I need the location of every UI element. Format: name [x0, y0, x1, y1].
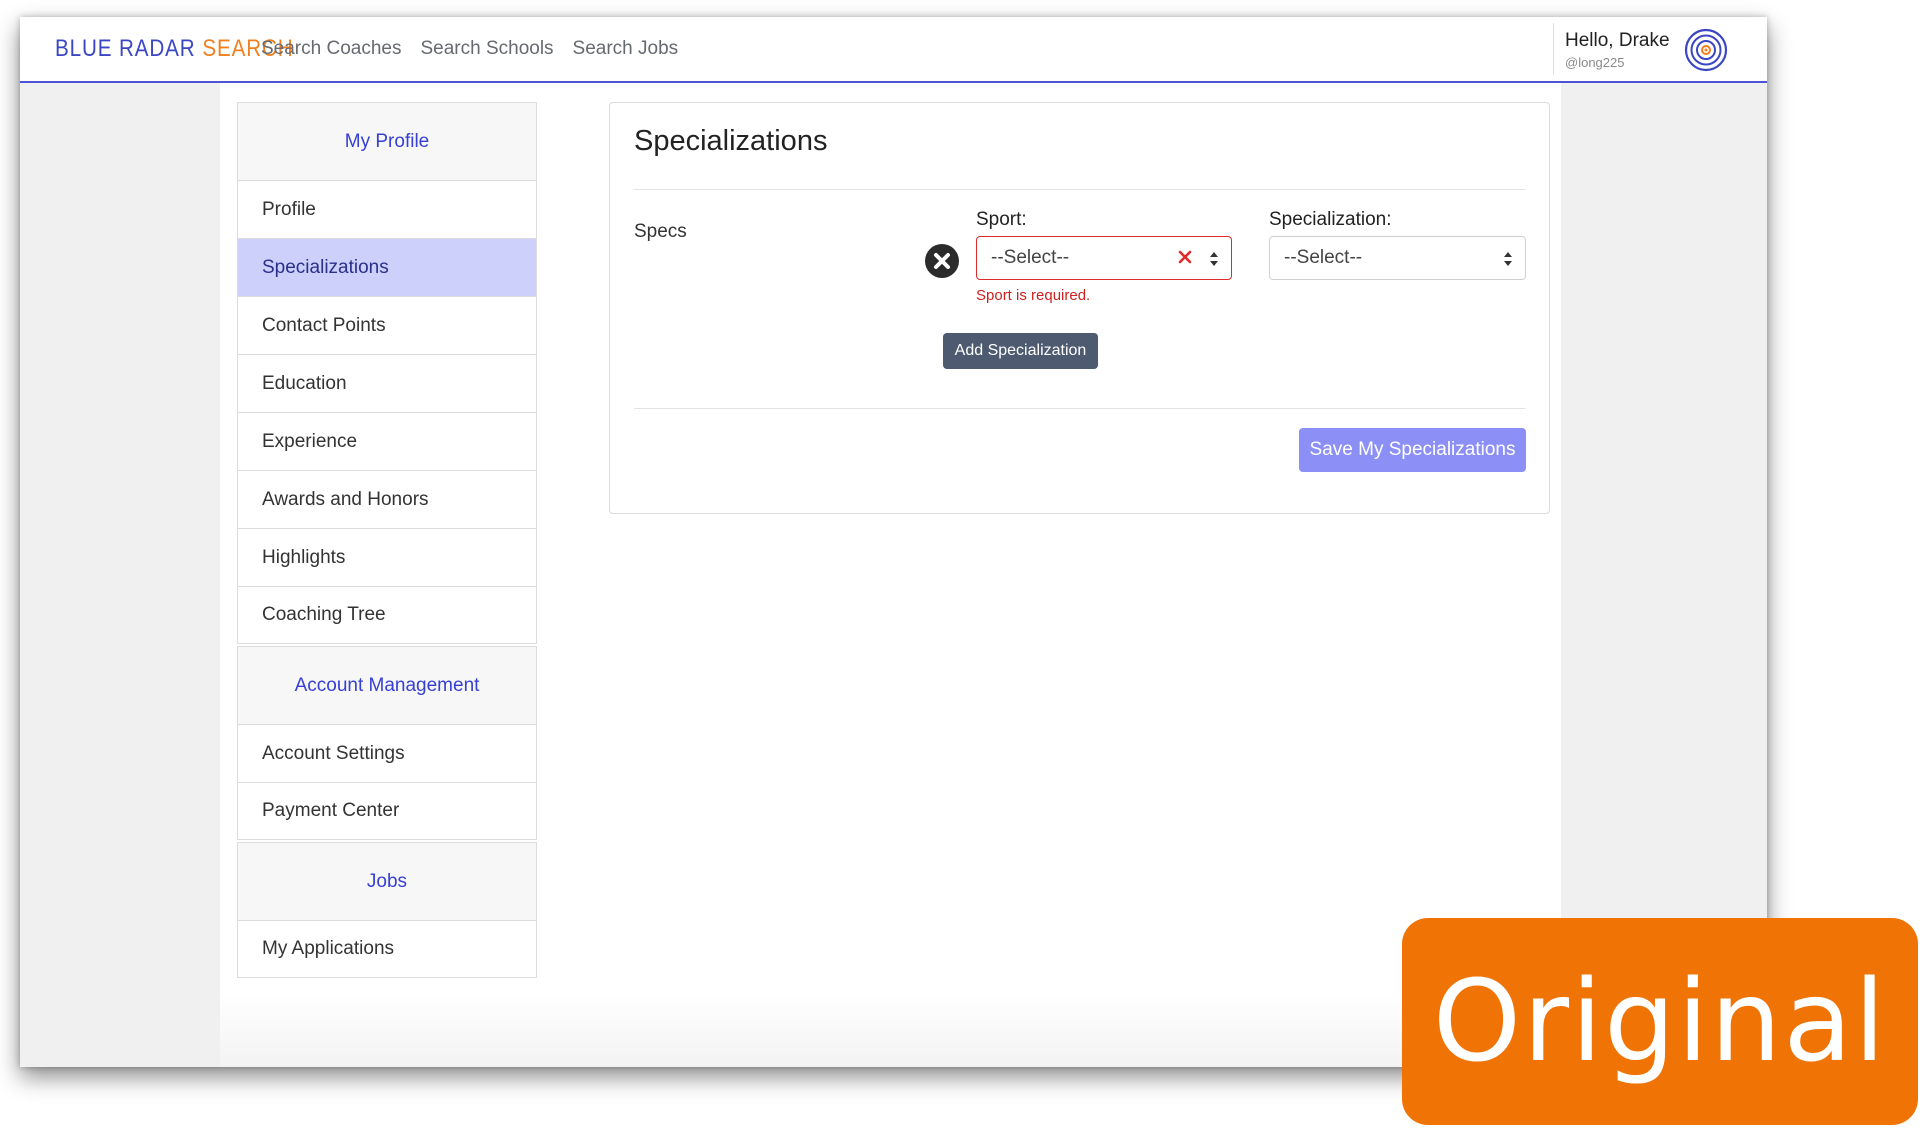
- original-badge: Original: [1402, 918, 1918, 1125]
- sport-select-value: --Select--: [991, 247, 1070, 268]
- remove-spec-button[interactable]: [925, 244, 959, 278]
- brand-logo[interactable]: BLUE RADAR SEARCH: [55, 34, 294, 64]
- sidebar-item-awards-and-honors[interactable]: Awards and Honors: [237, 470, 537, 528]
- specialization-select-value: --Select--: [1284, 247, 1363, 268]
- clear-icon[interactable]: [1175, 247, 1195, 267]
- sidebar-item-account-settings[interactable]: Account Settings: [237, 724, 537, 782]
- sidebar-item-my-applications[interactable]: My Applications: [237, 920, 537, 978]
- sidebar-item-coaching-tree[interactable]: Coaching Tree: [237, 586, 537, 644]
- sidebar-item-contact-points[interactable]: Contact Points: [237, 296, 537, 354]
- bottom-fade: [220, 993, 1561, 1067]
- nav-links: Search Coaches Search Schools Search Job…: [261, 17, 697, 81]
- sidebar-item-profile[interactable]: Profile: [237, 180, 537, 238]
- specializations-card: Specializations Specs Sport: --Select-- …: [609, 102, 1550, 514]
- left-gutter: [20, 83, 220, 1067]
- sidebar-item-specializations[interactable]: Specializations: [237, 238, 537, 296]
- user-greeting: Hello, Drake: [1565, 30, 1670, 51]
- radar-target-icon[interactable]: [1684, 28, 1728, 72]
- sidebar-group-jobs: Jobs: [237, 842, 537, 920]
- sport-select[interactable]: --Select--: [976, 236, 1232, 280]
- chevron-up-down-icon: [1210, 252, 1218, 266]
- sidebar-item-highlights[interactable]: Highlights: [237, 528, 537, 586]
- sidebar-item-payment-center[interactable]: Payment Center: [237, 782, 537, 840]
- sidebar-group-account-management: Account Management: [237, 646, 537, 724]
- sidebar-group-my-profile: My Profile: [237, 102, 537, 180]
- nav-search-schools[interactable]: Search Schools: [420, 38, 553, 60]
- sport-label: Sport:: [976, 209, 1027, 230]
- sport-error-message: Sport is required.: [976, 287, 1091, 304]
- nav-search-jobs[interactable]: Search Jobs: [573, 38, 679, 60]
- user-menu[interactable]: Hello, Drake @long225: [1553, 23, 1767, 75]
- chevron-up-down-icon: [1504, 252, 1512, 266]
- specialization-label: Specialization:: [1269, 209, 1392, 230]
- sidebar-item-experience[interactable]: Experience: [237, 412, 537, 470]
- page-title: Specializations: [634, 125, 828, 157]
- top-navbar: BLUE RADAR SEARCH Search Coaches Search …: [20, 17, 1767, 83]
- close-circle-icon: [934, 253, 950, 269]
- nav-search-coaches[interactable]: Search Coaches: [261, 38, 401, 60]
- add-specialization-button[interactable]: Add Specialization: [943, 333, 1098, 369]
- profile-sidebar: My Profile Profile Specializations Conta…: [237, 102, 537, 978]
- divider: [634, 408, 1525, 409]
- browser-window: BLUE RADAR SEARCH Search Coaches Search …: [20, 17, 1767, 1067]
- brand-logo-part1: BLUE RADAR: [55, 35, 196, 62]
- specs-label: Specs: [634, 221, 687, 242]
- sidebar-item-education[interactable]: Education: [237, 354, 537, 412]
- divider: [634, 189, 1525, 190]
- save-specializations-button[interactable]: Save My Specializations: [1299, 428, 1526, 472]
- specialization-select[interactable]: --Select--: [1269, 236, 1526, 280]
- user-handle: @long225: [1565, 55, 1625, 70]
